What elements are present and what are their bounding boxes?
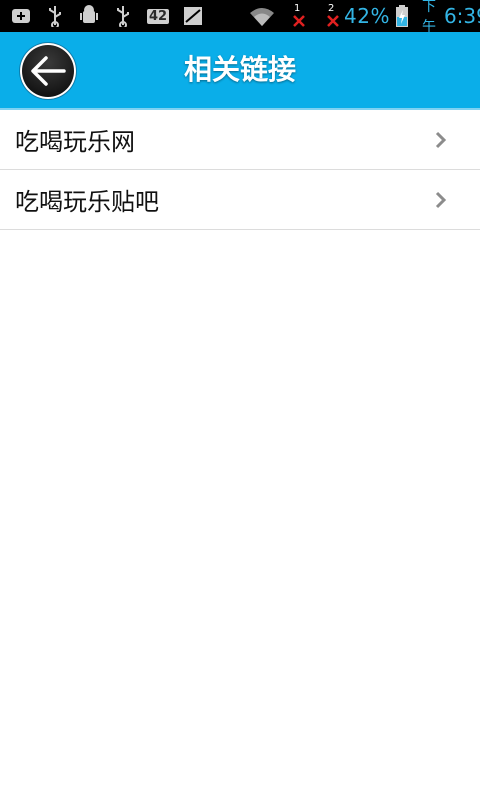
list-item-label: 吃喝玩乐网 [15,128,135,156]
clock: 6:39 [443,4,480,28]
plus-box-icon [10,5,32,27]
list-item[interactable]: 吃喝玩乐贴吧 [0,170,480,230]
usb-icon [44,5,66,27]
battery-percent: 42% [344,4,390,28]
wifi-icon [248,5,276,27]
status-bar-notifications: 42 1 2 [10,3,344,27]
battery-charging-icon [395,5,408,27]
link-list: 吃喝玩乐网 吃喝玩乐贴吧 [0,110,480,230]
usb-icon [112,5,134,27]
chevron-right-icon [434,190,448,210]
list-item-label: 吃喝玩乐贴吧 [15,188,159,216]
sim2-x-icon: 2 [322,3,344,27]
status-bar: 42 1 2 42% 下午 6:39 [0,0,480,35]
status-bar-system: 42% 下午 6:39 [344,0,480,36]
sim1-label: 1 [294,3,301,14]
sim1-x-icon: 1 [288,3,310,27]
time-prefix: 下午 [421,0,436,35]
chevron-right-icon [434,130,448,150]
sim2-label: 2 [328,3,335,14]
title-bar: 相关链接 [0,32,480,110]
android-debug-icon [78,5,100,27]
page-title: 相关链接 [183,53,296,86]
42-badge-icon: 42 [146,5,170,27]
screenshot-icon [182,5,204,27]
list-item[interactable]: 吃喝玩乐网 [0,110,480,170]
badge-text: 42 [146,8,170,24]
